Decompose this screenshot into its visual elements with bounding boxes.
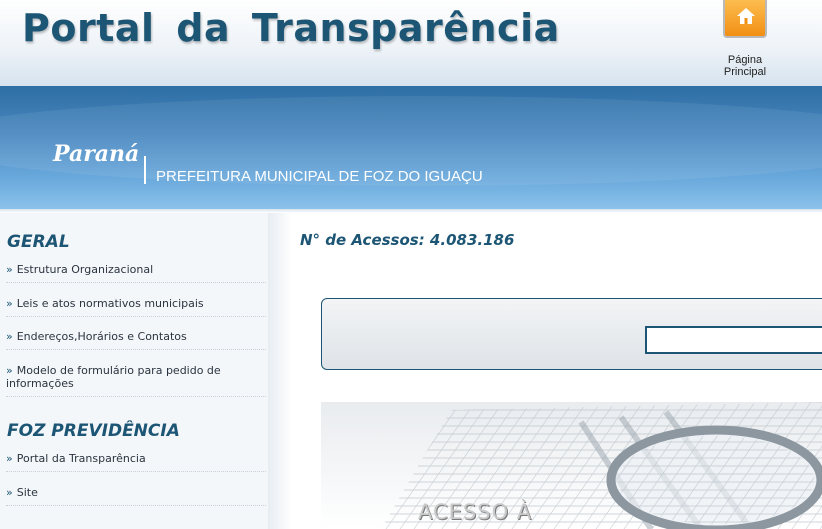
- sidebar-item-label[interactable]: Portal da Transparência: [17, 452, 146, 465]
- sidebar-item-label[interactable]: Endereços,Horários e Contatos: [17, 330, 187, 343]
- sidebar-item-label[interactable]: Site: [17, 486, 38, 499]
- state-name: Paraná: [53, 141, 140, 167]
- municipality-name: PREFEITURA MUNICIPAL DE FOZ DO IGUAÇU: [156, 168, 483, 185]
- section-title-foz-previdencia: FOZ PREVIDÊNCIA: [7, 421, 180, 441]
- sidebar-item-enderecos[interactable]: » Endereços,Horários e Contatos: [6, 330, 266, 350]
- sidebar-item-leis[interactable]: » Leis e atos normativos municipais: [6, 297, 266, 317]
- header: Portal da Transparência Página Principal: [0, 0, 822, 86]
- sidebar-item-portal-transparencia[interactable]: » Portal da Transparência: [6, 452, 266, 472]
- home-label-line1[interactable]: Página: [728, 54, 762, 66]
- bullet-icon: »: [6, 452, 13, 465]
- access-counter: N° de Acessos: 4.083.186: [300, 231, 515, 249]
- home-label-line2[interactable]: Principal: [724, 66, 766, 78]
- spreadsheet-magnifier-image: [381, 402, 822, 529]
- bullet-icon: »: [6, 364, 13, 377]
- section-title-geral: GERAL: [7, 232, 70, 252]
- promo-banner[interactable]: [321, 402, 822, 529]
- sidebar-item-estrutura[interactable]: » Estrutura Organizacional: [6, 263, 266, 283]
- sidebar-item-label[interactable]: Modelo de formulário para pedido de info…: [6, 364, 221, 390]
- banner: Paraná PREFEITURA MUNICIPAL DE FOZ DO IG…: [0, 86, 822, 209]
- sidebar-item-label[interactable]: Estrutura Organizacional: [17, 263, 153, 276]
- home-button[interactable]: Página Principal: [716, 0, 774, 80]
- main-left-shadow: [268, 213, 292, 529]
- banner-divider: [144, 156, 146, 184]
- bullet-icon: »: [6, 330, 13, 343]
- home-button-label[interactable]: Página Principal: [716, 54, 774, 78]
- bullet-icon: »: [6, 263, 13, 276]
- sidebar-item-label[interactable]: Leis e atos normativos municipais: [17, 297, 204, 310]
- portal-title: Portal da Transparência: [22, 6, 560, 50]
- sidebar-item-site[interactable]: » Site: [6, 486, 266, 506]
- search-input[interactable]: [645, 326, 822, 354]
- bullet-icon: »: [6, 297, 13, 310]
- home-icon[interactable]: [723, 0, 767, 38]
- promo-text[interactable]: ACESSO À: [418, 500, 532, 524]
- sidebar-item-modelo-formulario[interactable]: » Modelo de formulário para pedido de inf…: [6, 364, 266, 397]
- bullet-icon: »: [6, 486, 13, 499]
